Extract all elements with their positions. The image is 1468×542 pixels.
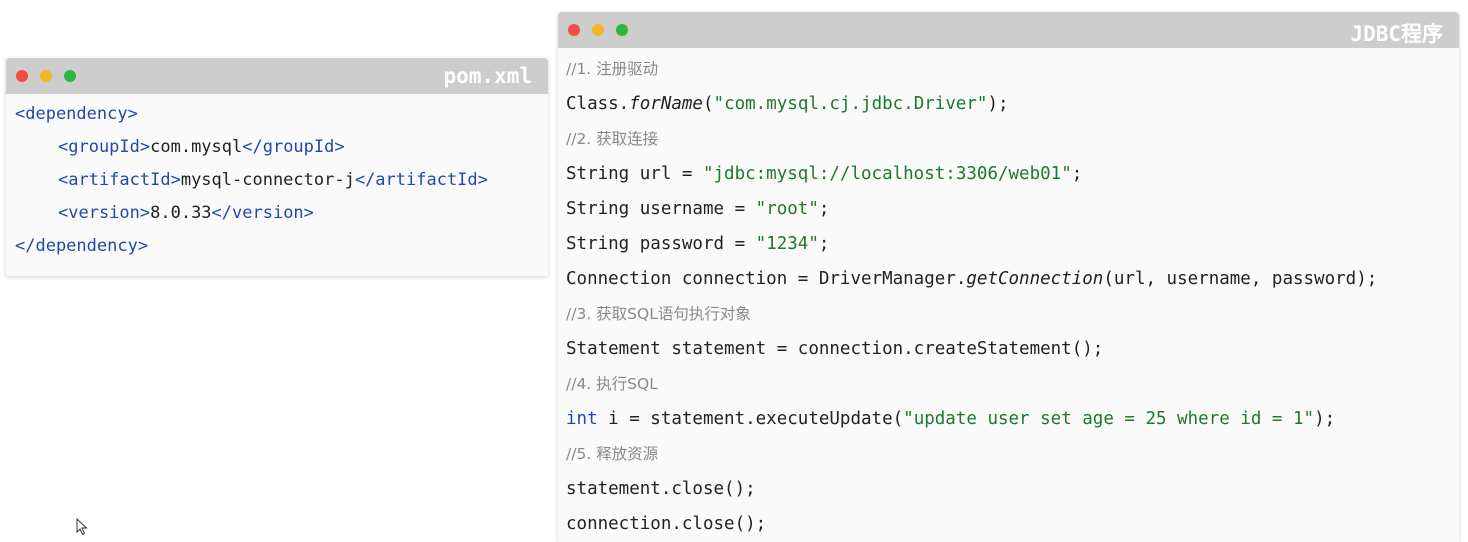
- code-text: connection.close();: [566, 514, 767, 534]
- code-line: connection.close();: [566, 507, 1459, 542]
- code-text: ;: [1071, 164, 1083, 184]
- code-comment: //4. 执行SQL: [566, 375, 658, 393]
- xml-tag: </artifactId>: [354, 170, 488, 190]
- code-line: //4. 执行SQL: [566, 367, 1459, 402]
- code-text: i = statement.executeUpdate(: [597, 409, 904, 429]
- code-line: //3. 获取SQL语句执行对象: [566, 297, 1459, 332]
- code-line: //2. 获取连接: [566, 122, 1459, 157]
- code-text: Statement statement = connection.createS…: [566, 339, 1104, 359]
- code-text: (: [702, 94, 714, 114]
- code-line: //1. 注册驱动: [566, 52, 1459, 87]
- pom-xml-window: pom.xml <dependency> <groupId>com.mysql</…: [6, 58, 548, 276]
- code-text: String password =: [566, 234, 756, 254]
- code-line: </dependency>: [15, 230, 548, 263]
- code-comment: //1. 注册驱动: [566, 60, 659, 78]
- code-line: <groupId>com.mysql</groupId>: [15, 131, 548, 164]
- code-text: String username =: [566, 199, 756, 219]
- code-string: "jdbc:mysql://localhost:3306/web01": [702, 164, 1072, 184]
- xml-value: com.mysql: [150, 137, 243, 157]
- code-text: );: [987, 94, 1009, 114]
- code-line: Connection connection = DriverManager.ge…: [566, 262, 1459, 297]
- jdbc-titlebar: JDBC程序: [558, 12, 1459, 48]
- close-dot-icon: [16, 70, 28, 82]
- code-text: statement.close();: [566, 479, 756, 499]
- code-line: int i = statement.executeUpdate("update …: [566, 402, 1459, 437]
- code-line: statement.close();: [566, 472, 1459, 507]
- xml-value: mysql-connector-j: [180, 170, 355, 190]
- code-string: "com.mysql.cj.jdbc.Driver": [713, 94, 988, 114]
- code-line: String url = "jdbc:mysql://localhost:330…: [566, 157, 1459, 192]
- code-text: ;: [818, 199, 830, 219]
- jdbc-window: JDBC程序 //1. 注册驱动 Class.forName("com.mysql…: [558, 12, 1459, 542]
- code-comment: //2. 获取连接: [566, 130, 659, 148]
- xml-tag: <dependency>: [15, 104, 138, 124]
- mouse-cursor-icon: [76, 518, 88, 536]
- code-text: );: [1314, 409, 1336, 429]
- code-text: String url =: [566, 164, 703, 184]
- code-line: String username = "root";: [566, 192, 1459, 227]
- jdbc-window-title: JDBC程序: [1350, 22, 1443, 46]
- code-comment: //3. 获取SQL语句执行对象: [566, 305, 751, 323]
- code-line: <version>8.0.33</version>: [15, 197, 548, 230]
- maximize-dot-icon: [616, 24, 628, 36]
- code-line: String password = "1234";: [566, 227, 1459, 262]
- window-controls: [16, 70, 76, 82]
- pom-window-title: pom.xml: [443, 64, 532, 88]
- code-text: (url, username, password);: [1103, 269, 1378, 289]
- code-line: Class.forName("com.mysql.cj.jdbc.Driver"…: [566, 87, 1459, 122]
- code-text: ;: [818, 234, 830, 254]
- code-string: "1234": [755, 234, 819, 254]
- code-string: "update user set age = 25 where id = 1": [903, 409, 1315, 429]
- xml-tag: <artifactId>: [58, 170, 181, 190]
- code-line: <artifactId>mysql-connector-j</artifactI…: [15, 164, 548, 197]
- xml-tag: <version>: [58, 203, 151, 223]
- minimize-dot-icon: [592, 24, 604, 36]
- code-method: getConnection: [966, 269, 1104, 289]
- pom-titlebar: pom.xml: [6, 58, 548, 94]
- code-line: <dependency>: [15, 98, 548, 131]
- code-text: Connection connection = DriverManager.: [566, 269, 967, 289]
- xml-tag: </groupId>: [242, 137, 345, 157]
- xml-tag: </dependency>: [15, 236, 149, 256]
- pom-code: <dependency> <groupId>com.mysql</groupId>…: [6, 94, 548, 263]
- code-line: //5. 释放资源: [566, 437, 1459, 472]
- code-string: "root": [755, 199, 819, 219]
- minimize-dot-icon: [40, 70, 52, 82]
- xml-value: 8.0.33: [150, 203, 212, 223]
- maximize-dot-icon: [64, 70, 76, 82]
- jdbc-code: //1. 注册驱动 Class.forName("com.mysql.cj.jdb…: [558, 48, 1459, 542]
- code-text: Class.: [566, 94, 630, 114]
- close-dot-icon: [568, 24, 580, 36]
- xml-tag: <groupId>: [58, 137, 151, 157]
- code-keyword: int: [566, 409, 598, 429]
- xml-tag: </version>: [211, 203, 314, 223]
- window-controls: [568, 24, 628, 36]
- code-line: Statement statement = connection.createS…: [566, 332, 1459, 367]
- code-method: forName: [629, 94, 703, 114]
- code-comment: //5. 释放资源: [566, 445, 659, 463]
